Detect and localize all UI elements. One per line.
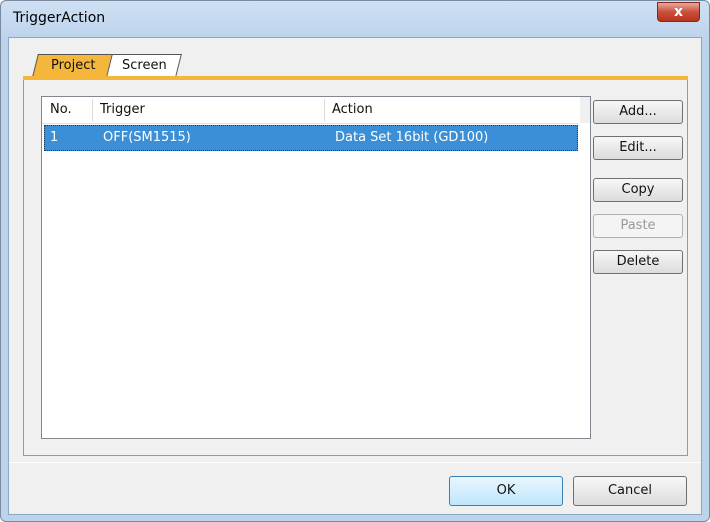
column-header-no[interactable]: No. [50, 102, 72, 120]
column-separator[interactable] [324, 99, 325, 121]
window-title: TriggerAction [13, 10, 106, 26]
header-scroll-spacer [580, 97, 590, 123]
ok-button[interactable]: OK [449, 476, 563, 506]
list-header: No. Trigger Action [42, 97, 578, 124]
column-separator[interactable] [92, 99, 93, 121]
tab-project-label: Project [50, 58, 96, 73]
paste-button[interactable]: Paste [593, 214, 683, 238]
tab-screen[interactable]: Screen [106, 54, 182, 77]
table-row[interactable]: 1 OFF(SM1515) Data Set 16bit (GD100) [44, 125, 578, 151]
close-button[interactable]: x [657, 2, 700, 22]
column-header-action[interactable]: Action [332, 102, 373, 120]
add-button[interactable]: Add... [593, 100, 683, 124]
footer-divider [9, 462, 701, 463]
close-icon: x [673, 4, 684, 20]
column-header-trigger[interactable]: Trigger [100, 102, 145, 120]
delete-button[interactable]: Delete [593, 250, 683, 274]
edit-button[interactable]: Edit... [593, 136, 683, 160]
cancel-button[interactable]: Cancel [573, 476, 687, 506]
dialog-window: TriggerAction x Project Screen No. Trigg… [0, 0, 710, 522]
dialog-body: Project Screen No. Trigger Action 1 OFF(… [8, 37, 702, 515]
title-bar[interactable]: TriggerAction x [1, 1, 709, 37]
copy-button[interactable]: Copy [593, 178, 683, 202]
tab-screen-label: Screen [121, 58, 167, 73]
row-trigger: OFF(SM1515) [103, 130, 191, 145]
row-no: 1 [50, 130, 59, 145]
tab-project[interactable]: Project [32, 54, 114, 77]
row-action: Data Set 16bit (GD100) [335, 130, 489, 145]
trigger-action-list[interactable]: No. Trigger Action 1 OFF(SM1515) Data Se… [41, 96, 591, 439]
